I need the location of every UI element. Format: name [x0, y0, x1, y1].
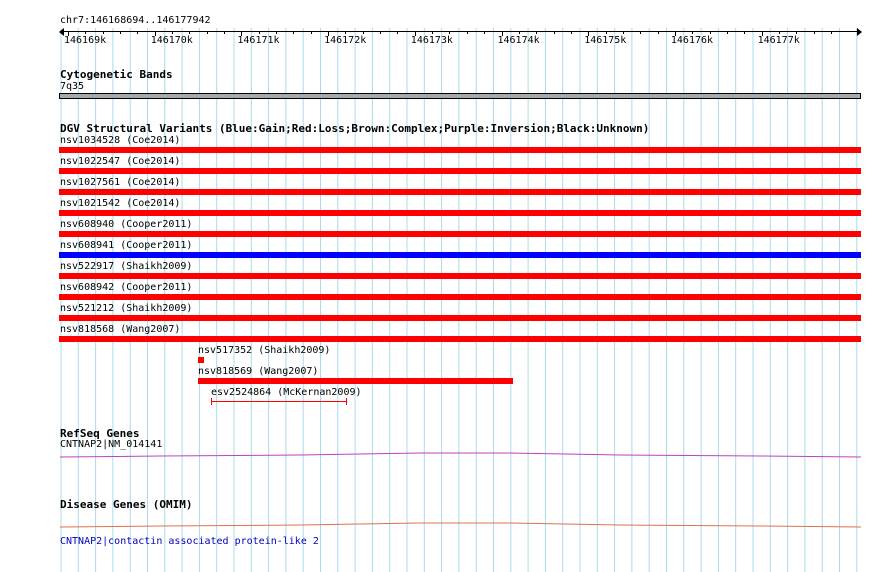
- ruler-minor-tick: [518, 31, 520, 34]
- ruler-minor-tick: [622, 31, 624, 34]
- ruler-minor-tick: [605, 31, 607, 34]
- omim-gene-model[interactable]: [0, 518, 890, 532]
- ruler-tick-label: 146170k: [150, 35, 193, 46]
- ruler-minor-tick: [189, 31, 191, 34]
- ruler-minor-tick: [224, 31, 226, 34]
- dgv-variant-bar[interactable]: [59, 315, 861, 321]
- dgv-variant-bar[interactable]: [59, 168, 861, 174]
- ruler-minor-tick: [172, 31, 174, 34]
- dgv-variant-label: nsv521212 (Shaikh2009): [60, 303, 193, 314]
- cytoband-label: 7q35: [60, 81, 85, 92]
- ruler-tick: [761, 31, 763, 36]
- ruler-tick-label: 146175k: [584, 35, 627, 46]
- ruler-tick: [414, 31, 416, 36]
- ruler-minor-tick: [726, 31, 728, 34]
- ruler-minor-tick: [397, 31, 399, 34]
- ruler-tick: [328, 31, 330, 36]
- ruler-minor-tick: [570, 31, 572, 34]
- dgv-variant-bar[interactable]: [59, 210, 861, 216]
- ruler-tick: [68, 31, 69, 36]
- ruler-minor-tick: [553, 31, 555, 34]
- dgv-variant-label: nsv1034528 (Coe2014): [60, 135, 181, 146]
- dgv-variant-label: nsv522917 (Shaikh2009): [60, 261, 193, 272]
- dgv-bar-esv2524864[interactable]: [211, 401, 347, 402]
- dgv-variant-label: nsv818568 (Wang2007): [60, 324, 181, 335]
- ruler-minor-tick: [744, 31, 746, 34]
- dgv-bar-nsv818569[interactable]: [198, 378, 513, 384]
- dgv-bar-esv2524864-start: [211, 398, 212, 405]
- dgv-variant-label: nsv608941 (Cooper2011): [60, 240, 193, 251]
- ruler-minor-tick: [640, 31, 642, 34]
- dgv-variant-bar[interactable]: [59, 252, 861, 258]
- ruler-minor-tick: [484, 31, 486, 34]
- dgv-bar-esv2524864-end: [346, 398, 347, 405]
- ruler-tick: [674, 31, 676, 36]
- omim-title: Disease Genes (OMIM): [60, 498, 193, 511]
- ruler-minor-tick: [830, 31, 832, 34]
- ruler-minor-tick: [432, 31, 434, 34]
- ruler-tick-label: 146174k: [497, 35, 540, 46]
- dgv-variant-label: nsv1021542 (Coe2014): [60, 198, 181, 209]
- ruler-minor-tick: [120, 31, 122, 34]
- ruler-tick-label: 146177k: [757, 35, 800, 46]
- ruler-minor-tick: [813, 31, 815, 34]
- dgv-variant-bar[interactable]: [59, 231, 861, 237]
- ruler-tick-label: 146172k: [324, 35, 367, 46]
- ruler-minor-tick: [102, 31, 104, 34]
- ruler-minor-tick: [692, 31, 694, 34]
- dgv-variant-bar[interactable]: [59, 294, 861, 300]
- dgv-label-esv2524864: esv2524864 (McKernan2009): [211, 387, 362, 398]
- dgv-variant-label: nsv608940 (Cooper2011): [60, 219, 193, 230]
- ruler-tick-label: 146176k: [670, 35, 714, 46]
- cytoband-title: Cytogenetic Bands: [60, 68, 173, 81]
- location-label: chr7:146168694..146177942: [60, 15, 211, 26]
- ruler-minor-tick: [466, 31, 468, 34]
- dgv-variant-label: nsv1027561 (Coe2014): [60, 177, 181, 188]
- ruler-tick: [154, 31, 156, 36]
- ruler-minor-tick: [293, 31, 295, 34]
- ruler-minor-tick: [362, 31, 364, 34]
- ruler-tick: [241, 31, 243, 36]
- ruler-minor-tick: [276, 31, 278, 34]
- dgv-label-nsv818569: nsv818569 (Wang2007): [198, 366, 319, 377]
- ruler-minor-tick: [536, 31, 538, 34]
- omim-gene-link[interactable]: CNTNAP2|contactin associated protein-lik…: [60, 536, 319, 548]
- ruler-tick-label: 146171k: [237, 35, 280, 46]
- dgv-variant-bar[interactable]: [59, 336, 861, 342]
- ruler-minor-tick: [137, 31, 139, 34]
- ruler-minor-tick: [657, 31, 659, 34]
- dgv-bar-nsv517352[interactable]: [198, 357, 204, 363]
- dgv-title: DGV Structural Variants (Blue:Gain;Red:L…: [60, 122, 650, 135]
- dgv-label-nsv517352: nsv517352 (Shaikh2009): [198, 345, 331, 356]
- ruler-minor-tick: [778, 31, 780, 34]
- ruler-minor-tick: [85, 31, 87, 34]
- ruler-minor-tick: [345, 31, 347, 34]
- ruler-tick: [588, 31, 590, 36]
- dgv-variant-bar[interactable]: [59, 189, 861, 195]
- ruler-right-arrow-icon: [857, 28, 862, 36]
- dgv-variant-bar[interactable]: [59, 273, 861, 279]
- ruler-tick-label: 146169k: [64, 35, 107, 46]
- ruler-minor-tick: [310, 31, 312, 34]
- ruler-tick: [501, 31, 503, 36]
- ruler-minor-tick: [258, 31, 260, 34]
- ruler-minor-tick: [449, 31, 451, 34]
- cytoband-bar[interactable]: [59, 93, 861, 99]
- dgv-variant-bar[interactable]: [59, 147, 861, 153]
- ruler-minor-tick: [709, 31, 711, 34]
- dgv-variant-label: nsv1022547 (Coe2014): [60, 156, 181, 167]
- ruler-tick-label: 146173k: [410, 35, 453, 46]
- dgv-variant-label: nsv608942 (Cooper2011): [60, 282, 193, 293]
- refseq-gene-model[interactable]: [0, 448, 890, 462]
- ruler-line: [61, 31, 861, 32]
- ruler-minor-tick: [380, 31, 382, 34]
- ruler-minor-tick: [206, 31, 208, 34]
- ruler-minor-tick: [796, 31, 798, 34]
